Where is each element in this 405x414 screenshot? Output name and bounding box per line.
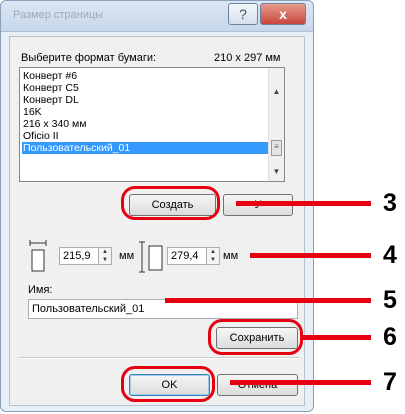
width-icon — [29, 239, 47, 273]
callout-line-6 — [303, 335, 371, 340]
height-icon — [138, 241, 164, 273]
width-unit: мм — [119, 250, 135, 262]
callout-number-7: 7 — [383, 368, 397, 396]
height-input[interactable]: 279,4 — [167, 247, 207, 265]
callout-number-5: 5 — [383, 286, 397, 314]
close-icon: x — [279, 6, 287, 22]
dialog-title: Размер страницы — [13, 9, 104, 21]
paper-format-list[interactable]: Конверт #6 Конверт C5 Конверт DL 16K 216… — [19, 67, 285, 182]
scroll-up-icon[interactable]: ▲ — [269, 84, 284, 98]
callout-number-4: 4 — [383, 241, 397, 269]
list-item[interactable]: Конверт DL — [22, 94, 268, 106]
format-label: Выберите формат бумаги: — [21, 52, 157, 64]
callout-highlight-create — [121, 186, 220, 220]
list-scrollbar[interactable]: ▲ ≡ ▼ — [268, 68, 284, 181]
help-icon: ? — [239, 6, 247, 22]
separator — [19, 357, 299, 359]
callout-line-3 — [236, 201, 371, 206]
cancel-button[interactable]: Отмена — [217, 374, 298, 396]
name-label: Имя: — [28, 284, 53, 296]
callout-line-7 — [230, 380, 371, 385]
list-item-selected[interactable]: Пользовательский_01 — [22, 142, 268, 154]
list-item[interactable]: Oficio II — [22, 130, 268, 142]
scroll-thumb[interactable]: ≡ — [271, 140, 282, 156]
list-item[interactable]: 216 x 340 мм — [22, 118, 268, 130]
list-item[interactable]: Конверт C5 — [22, 82, 268, 94]
callout-highlight-ok — [121, 366, 215, 402]
help-button[interactable]: ? — [228, 3, 258, 25]
height-unit: мм — [223, 250, 239, 262]
title-bar: Размер страницы ? x — [1, 1, 313, 32]
callout-number-6: 6 — [383, 323, 397, 351]
format-size-readout: 210 x 297 мм — [214, 52, 281, 64]
close-button[interactable]: x — [260, 3, 306, 25]
height-stepper[interactable]: ▲ ▼ — [206, 247, 220, 265]
list-item[interactable]: 16K — [22, 106, 268, 118]
callout-line-5 — [165, 298, 371, 303]
scroll-down-icon[interactable]: ▼ — [269, 164, 284, 178]
width-input[interactable]: 215,9 — [59, 247, 99, 265]
callout-line-4 — [250, 253, 371, 258]
callout-number-3: 3 — [383, 189, 397, 217]
list-item[interactable]: Конверт #6 — [22, 70, 268, 82]
width-stepper[interactable]: ▲ ▼ — [98, 247, 112, 265]
callout-highlight-save — [208, 319, 303, 355]
